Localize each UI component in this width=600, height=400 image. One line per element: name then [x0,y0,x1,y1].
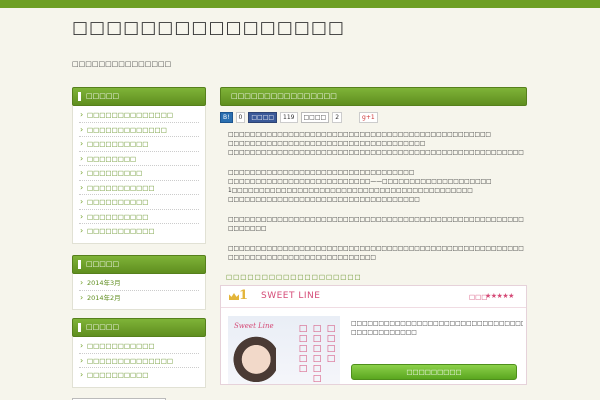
share-buttons: B! 0 □□□□ 119 □□□□ 2 g+1 [220,109,527,125]
sidebar-widget-categories: □□□□□ □□□□□□□□□□□□□□ □□□□□□□□□□□□□ □□□□□… [72,87,206,244]
site-banner-image[interactable]: Sweet Line □□□□ □□□□□□□ □□□□□ [228,316,340,385]
sidebar-link[interactable]: □□□□□□□□□ [79,166,199,181]
text-line: □□□□□□□□□□□□□□□□□□□□□□□□□□□□□□□□□□□□□□□□… [228,132,491,138]
banner-text: □□□□ [326,324,336,364]
text-line: □□□□□□□ [228,226,267,232]
widget-heading: □□□□□ [72,318,206,337]
post-paragraph: □□□□□□□□□□□□□□□□□□□□□□□□□□□□□□□□□□□□□□□□… [228,216,527,234]
banner-text: □□□□□□□ [312,324,322,385]
ranking-card-header: 1 SWEET LINE □□□ ★★★★★ [221,286,526,308]
banner-photo [232,336,276,384]
archive-link-2014-02[interactable]: 2014年2月 [79,291,199,306]
site-description: □□□□□□□□□□□□□□□ [72,60,172,68]
text-line: □□□□□□□□□□□□□□□□□□□□□□□□□□□□□□□□□□□□□□□□… [228,246,524,252]
tweet-count: 2 [332,111,343,123]
sidebar-link[interactable]: □□□□□□□□□□ [79,195,199,210]
rank-number: 1 [239,288,249,303]
post-title: □□□□□□□□□□□□□□□□ [220,87,527,106]
text-line: □□□□□□□□□□□□□□□□□□□□□□□□□□□ [228,255,376,261]
ranking-description: □□□□□□□□□□□□□□□□□□□□□□□□□□□□□□□ □□□□□□□□□… [351,320,523,338]
sidebar-link[interactable]: □□□□□□□□□□ [79,368,199,383]
text-line: □□□□□□□□□□□□□□□□□□□□□□□□□□□□□□□□□□□□□□□□… [228,217,524,223]
ranking-card: 1 SWEET LINE □□□ ★★★★★ Sweet Line □□□□ □… [220,285,527,385]
widget-heading: □□□□□ [72,87,206,106]
sidebar-link[interactable]: □□□□□□□□□□□□□□ [79,354,199,368]
post-paragraph: □□□□□□□□□□□□□□□□□□□□□□□□□□□□□□□□□□□□□□□□… [228,245,527,263]
sidebar-widget-archives: □□□□□ 2014年3月 2014年2月 [72,255,206,310]
sidebar-link[interactable]: □□□□□□□□ [79,152,199,166]
site-title[interactable]: □□□□□□□□□□□□□□□□ [72,18,345,38]
crown-icon [229,293,239,300]
google-plus-button[interactable]: g+1 [359,111,378,123]
text-line: □□□□□□□□□□□□□□□□□□□□□□□□□□——□□□□□□□□□□□□… [228,179,492,185]
sidebar-link[interactable]: □□□□□□□□□□□ [79,339,199,354]
text-line: 1□□□□□□□□□□□□□□□□□□□□□□□□□□□□□□□□□□□□□□□… [228,188,473,194]
sidebar-link[interactable]: □□□□□□□□□□ [79,137,199,152]
ranking-heading: □□□□□□□□□□□□□□□□□□□ [226,273,362,281]
sidebar-link[interactable]: □□□□□□□□□□ [79,210,199,224]
text-line: □□□□□□□□□□□□ [351,330,417,336]
text-line: □□□□□□□□□□□□□□□□□□□□□□□□□□□□□□□□□□□□□□□□… [351,321,523,327]
sidebar-widget-recent: □□□□□ □□□□□□□□□□□ □□□□□□□□□□□□□□ □□□□□□□… [72,318,206,388]
banner-logo: Sweet Line [234,322,274,330]
text-line: □□□□□□□□□□□□□□□□□□□□□□□□□□□□□□□□□□□ [228,197,420,203]
sidebar-link[interactable]: □□□□□□□□□□□□□□ [79,108,199,123]
top-accent-bar [0,0,600,8]
archive-link-2014-03[interactable]: 2014年3月 [79,276,199,291]
sidebar-link[interactable]: □□□□□□□□□□□□□ [79,123,199,137]
sidebar-link[interactable]: □□□□□□□□□□□ [79,224,199,239]
banner-text: □□□□□ [298,324,308,374]
facebook-share-button[interactable]: □□□□ [248,111,278,123]
hatena-bookmark-button[interactable]: B! [220,111,233,123]
post-paragraph: □□□□□□□□□□□□□□□□□□□□□□□□□□□□□□□□□□ □□□□□… [228,169,527,205]
widget-list: □□□□□□□□□□□□□□ □□□□□□□□□□□□□ □□□□□□□□□□ … [72,106,206,244]
ranking-site-name[interactable]: SWEET LINE [261,291,320,301]
text-line: □□□□□□□□□□□□□□□□□□□□□□□□□□□□□□□□□□ [228,170,415,176]
hatena-count: 0 [235,111,246,123]
text-line: □□□□□□□□□□□□□□□□□□□□□□□□□□□□□□□□□□□□□□□□… [228,150,524,156]
widget-heading: □□□□□ [72,255,206,274]
sidebar-link[interactable]: □□□□□□□□□□□ [79,181,199,195]
widget-list: □□□□□□□□□□□ □□□□□□□□□□□□□□ □□□□□□□□□□ [72,337,206,388]
text-line: □□□□□□□□□□□□□□□□□□□□□□□□□□□□□□□□□□□□ [228,141,426,147]
visit-site-button[interactable]: □□□□□□□□□ [351,364,517,380]
widget-list: 2014年3月 2014年2月 [72,274,206,310]
post-paragraph: □□□□□□□□□□□□□□□□□□□□□□□□□□□□□□□□□□□□□□□□… [228,131,527,158]
rating-stars: ★★★★★ [485,292,514,300]
facebook-count: 119 [280,111,298,123]
tweet-button[interactable]: □□□□ [300,111,330,123]
main-content: □□□□□□□□□□□□□□□□ B! 0 □□□□ 119 □□□□ 2 g+… [220,87,527,385]
